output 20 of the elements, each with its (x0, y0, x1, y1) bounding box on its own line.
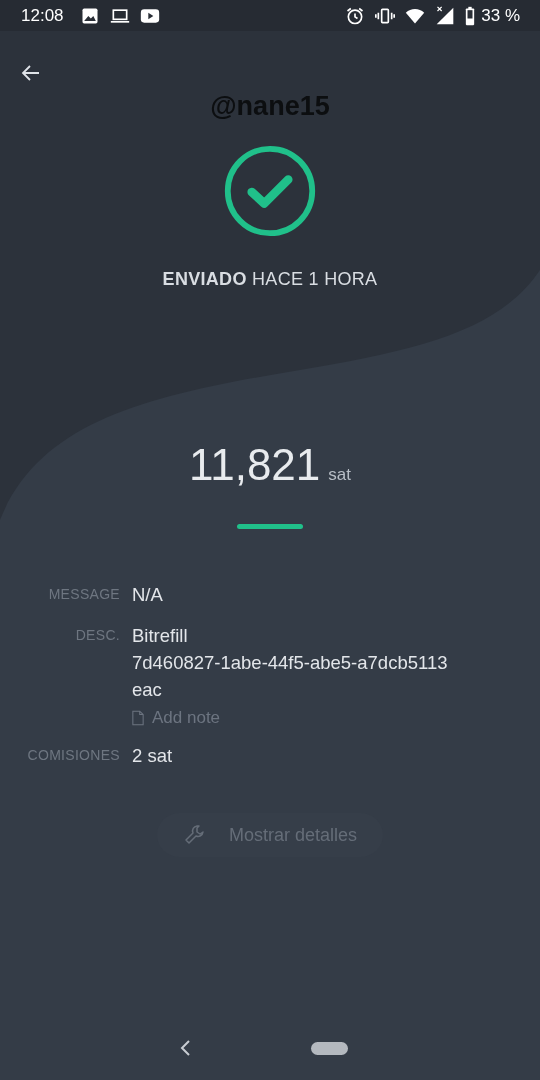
detail-label: MESSAGE (48, 585, 120, 604)
wrench-icon (182, 823, 207, 847)
add-note-button[interactable]: Add note (132, 708, 221, 728)
detail-label: DESC. (75, 626, 120, 645)
detail-label: COMISIONES (27, 746, 120, 765)
document-icon (132, 710, 144, 726)
alarm-icon (345, 5, 366, 26)
detail-value: 2 sat (132, 744, 174, 768)
detail-value: N/A (132, 583, 164, 607)
signal-icon (435, 5, 456, 26)
payment-status: ENVIADO HACE 1 HORA (162, 269, 378, 290)
clock-time: 12:08 (21, 5, 64, 26)
divider-bar (237, 524, 303, 529)
home-button[interactable] (310, 1041, 348, 1055)
amount-unit: sat (328, 465, 351, 485)
amount-value: 11,821 (189, 440, 321, 490)
battery-icon (465, 5, 476, 26)
battery-percentage: 33 % (481, 5, 520, 26)
detail-value: Bitrefill 7d460827-1abe-44f5-abe5-a7dcb5113 eac (132, 624, 449, 702)
back-chevron-icon[interactable] (178, 1039, 191, 1057)
